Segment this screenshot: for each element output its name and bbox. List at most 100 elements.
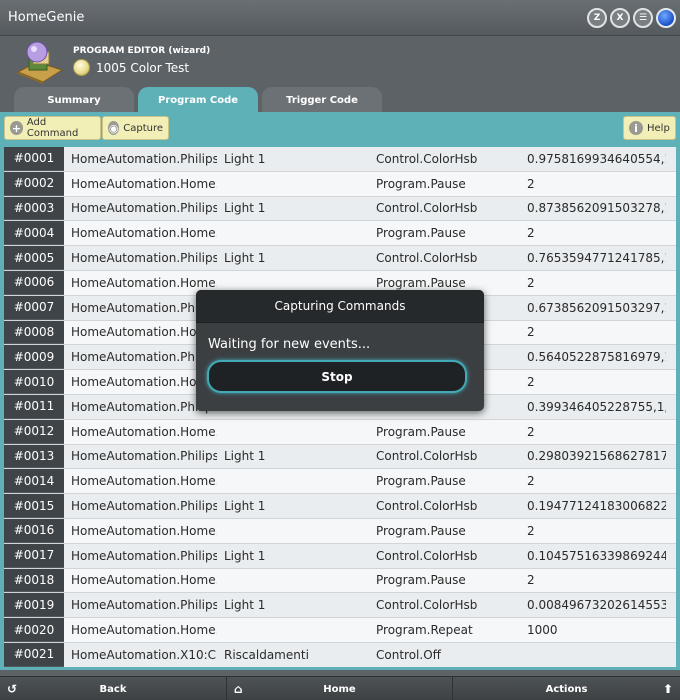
row-address: Light 1 [224,548,266,563]
table-row[interactable]: #0013 HomeAutomation.Philips... Light 1 Con… [4,444,676,470]
row-number: #0006 [4,270,64,295]
row-domain: HomeAutomation.Home... [71,275,217,290]
row-command: Control.ColorHsb [376,251,478,266]
row-value: 0.6738562091503297,1,1 [527,300,666,315]
row-domain: HomeAutomation.Home... [71,623,217,638]
table-row[interactable]: #0014 HomeAutomation.Home... Program.Pause… [4,469,676,495]
row-domain: HomeAutomation.Home... [71,474,217,489]
editor-label: PROGRAM EDITOR (wizard) [73,46,211,56]
row-domain: HomeAutomation.Philips... [71,499,217,514]
table-row[interactable]: #0003 HomeAutomation.Philips... Light 1 Con… [4,196,676,222]
row-value: 2 [527,573,535,588]
table-row[interactable]: #0012 HomeAutomation.Home... Program.Pause… [4,419,676,445]
row-command: Program.Pause [376,573,466,588]
row-command: Program.Repeat [376,623,473,638]
row-number: #0013 [4,444,64,469]
row-number: #0008 [4,320,64,345]
row-value: 2 [527,176,535,191]
eye-icon: ◉ [108,121,120,135]
row-value: 2 [527,275,535,290]
table-row[interactable]: #0018 HomeAutomation.Home... Program.Pause… [4,568,676,594]
tab-trigger-code[interactable]: Trigger Code [262,87,382,113]
table-row[interactable]: #0005 HomeAutomation.Philips... Light 1 Con… [4,246,676,271]
row-command: Control.ColorHsb [376,499,478,514]
row-address: Light 1 [224,499,266,514]
table-row[interactable]: #0019 HomeAutomation.Philips... Light 1 Con… [4,593,676,619]
row-value: 0.9758169934640554,1,1 [527,151,666,166]
top-icons: Z X ☰ [587,8,676,28]
row-address: Light 1 [224,151,266,166]
row-address: Light 1 [224,449,266,464]
row-domain: HomeAutomation.Home... [71,424,217,439]
row-command: Control.ColorHsb [376,548,478,563]
bottom-bar: ↺ Back ⌂ Home Actions ⬆ [0,676,680,700]
x10-icon[interactable]: X [610,8,630,28]
program-name-row: 1005 Color Test [73,59,189,76]
row-value: 0.399346405228755,1,1 [527,399,666,414]
home-button[interactable]: ⌂ Home [227,677,453,700]
row-domain: HomeAutomation.Home... [71,226,217,241]
row-domain: HomeAutomation.Home... [71,573,217,588]
row-number: #0016 [4,518,64,543]
row-address: Light 1 [224,201,266,216]
capture-label: Capture [123,122,163,134]
row-domain: HomeAutomation.Philips... [71,201,217,216]
list-icon[interactable]: ☰ [633,8,653,28]
row-value: 0.19477124183006822,1,1 [527,499,666,514]
row-value: 0.7653594771241785,1,1 [527,251,666,266]
zwave-icon[interactable]: Z [587,8,607,28]
light-bulb-icon [73,59,90,76]
top-bar: HomeGenie Z X ☰ [0,0,680,36]
table-row[interactable]: #0002 HomeAutomation.Home... Program.Pause… [4,171,676,197]
row-domain: HomeAutomation.X10:C14 [71,647,217,662]
row-value: 2 [527,325,535,340]
row-value: 0.5640522875816979,1,1 [527,350,666,365]
row-domain: HomeAutomation.Philips... [71,399,217,414]
row-command: Control.ColorHsb [376,598,478,613]
row-value: 0.8738562091503278,1,1 [527,201,666,216]
app-title: HomeGenie [8,10,85,25]
actions-button[interactable]: Actions ⬆ [453,677,680,700]
row-number: #0019 [4,593,64,618]
back-button[interactable]: ↺ Back [0,677,227,700]
row-number: #0021 [4,642,64,667]
table-row[interactable]: #0017 HomeAutomation.Philips... Light 1 Con… [4,543,676,569]
table-row[interactable]: #0004 HomeAutomation.Home... Program.Pause… [4,221,676,247]
help-button[interactable]: i Help [623,116,676,140]
row-command: Program.Pause [376,226,466,241]
row-domain: HomeAutomation.Philips... [71,598,217,613]
actions-label: Actions [545,683,588,695]
row-domain: HomeAutomation.Philips... [71,251,217,266]
row-command: Control.ColorHsb [376,449,478,464]
row-value: 2 [527,474,535,489]
back-label: Back [99,683,127,695]
status-orb-icon[interactable] [656,8,676,28]
row-domain: HomeAutomation.Philips... [71,151,217,166]
row-domain: HomeAutomation.Philips... [71,548,217,563]
table-row[interactable]: #0020 HomeAutomation.Home... Program.Repea… [4,618,676,643]
program-name: 1005 Color Test [96,60,190,75]
row-number: #0009 [4,345,64,370]
row-address: Light 1 [224,598,266,613]
tab-program-code[interactable]: Program Code [138,87,258,113]
table-row[interactable]: #0015 HomeAutomation.Philips... Light 1 Con… [4,494,676,519]
table-row[interactable]: #0016 HomeAutomation.Home... Program.Pause… [4,518,676,544]
stop-button[interactable]: Stop [207,360,467,393]
table-row[interactable]: #0021 HomeAutomation.X10:C14 Riscaldamenti… [4,642,676,667]
row-domain: HomeAutomation.Home... [71,523,217,538]
row-number: #0007 [4,295,64,320]
capture-button[interactable]: ◉ Capture [102,116,169,140]
add-command-label: Add Command [26,117,79,139]
row-value: 0.29803921568627817,1,1 [527,449,666,464]
capture-dialog: Capturing Commands Waiting for new event… [196,290,484,411]
row-domain: HomeAutomation.Home... [71,375,217,390]
row-command: Control.ColorHsb [376,201,478,216]
add-command-button[interactable]: + Add Command [4,116,101,140]
row-command: Program.Pause [376,523,466,538]
tab-summary[interactable]: Summary [14,87,134,113]
table-row[interactable]: #0001 HomeAutomation.Philips... Light 1 Con… [4,147,676,172]
row-number: #0002 [4,171,64,196]
home-label: Home [323,683,356,695]
row-domain: HomeAutomation.Philips... [71,350,217,365]
program-header: PROGRAM EDITOR (wizard) 1005 Color Test [0,36,680,86]
